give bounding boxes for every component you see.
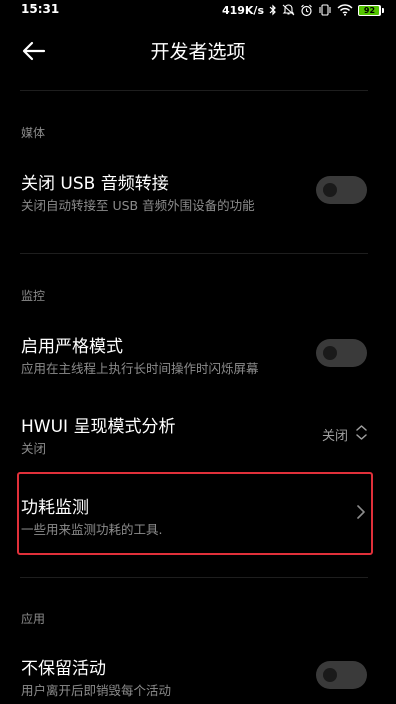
usb-audio-toggle[interactable] <box>316 176 367 204</box>
bluetooth-icon <box>269 4 276 16</box>
battery-level: 92 <box>363 5 376 15</box>
dropdown-arrows-icon <box>356 425 367 440</box>
row-title-dont-keep-activities: 不保留活动 <box>21 659 106 679</box>
app-header: 开发者选项 <box>0 20 396 82</box>
divider <box>20 90 368 91</box>
wifi-icon <box>337 4 353 16</box>
status-icons: 419K/s 92 <box>222 2 384 18</box>
chevron-right-icon <box>357 505 365 519</box>
net-speed: 419K/s <box>221 3 264 17</box>
vibrate-icon <box>319 4 331 16</box>
row-title-hwui: HWUI 呈现模式分析 <box>21 417 176 437</box>
toggle-knob <box>323 183 337 197</box>
row-title-power-monitor: 功耗监测 <box>21 498 89 518</box>
section-header-apps: 应用 <box>21 612 46 626</box>
divider <box>20 253 368 254</box>
row-subtitle-strict-mode: 应用在主线程上执行长时间操作时闪烁屏幕 <box>21 361 259 376</box>
row-subtitle-dont-keep-activities: 用户离开后即销毁每个活动 <box>21 683 172 698</box>
page-title: 开发者选项 <box>150 41 246 63</box>
section-header-monitoring: 监控 <box>21 289 46 303</box>
hwui-dropdown-value[interactable]: 关闭 <box>322 425 348 444</box>
row-title-usb-audio: 关闭 USB 音频转接 <box>21 174 169 194</box>
row-subtitle-usb-audio: 关闭自动转接至 USB 音频外围设备的功能 <box>21 198 255 213</box>
row-title-strict-mode: 启用严格模式 <box>21 337 123 357</box>
row-subtitle-hwui: 关闭 <box>21 441 47 456</box>
dont-keep-activities-toggle[interactable] <box>316 661 367 689</box>
section-header-media: 媒体 <box>21 126 46 140</box>
strict-mode-toggle[interactable] <box>316 339 367 367</box>
divider <box>20 577 368 578</box>
status-bar: 15:31 419K/s 92 <box>0 0 396 20</box>
alarm-icon <box>301 4 312 16</box>
toggle-knob <box>323 668 337 682</box>
status-time: 15:31 <box>21 2 60 16</box>
row-subtitle-power-monitor: 一些用来监测功耗的工具. <box>21 522 163 537</box>
battery-icon: 92 <box>358 4 381 16</box>
mute-icon <box>282 4 295 16</box>
toggle-knob <box>323 346 337 360</box>
